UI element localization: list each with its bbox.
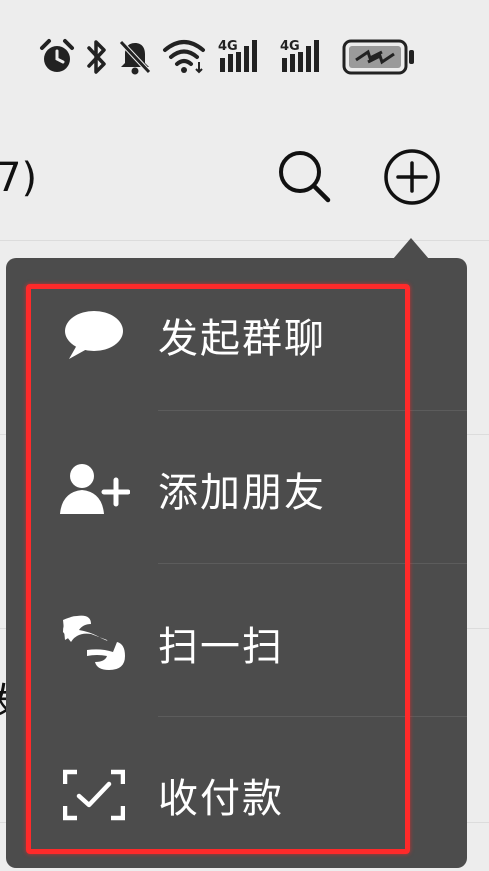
alarm-icon (40, 39, 74, 72)
page-title: 7) (0, 155, 38, 201)
svg-text:4G: 4G (280, 39, 300, 54)
search-icon[interactable] (276, 148, 332, 204)
bluetooth-icon (87, 40, 106, 74)
status-bar: 4G 4G (0, 0, 489, 110)
svg-text:4G: 4G (218, 39, 238, 54)
screen: 4G 4G 7) 发起群聊 添加朋友 扫一扫 收付款 (0, 0, 489, 871)
signal-4g-icon: 4G (218, 39, 257, 72)
highlight-box (26, 284, 410, 854)
battery-charging-icon (342, 39, 414, 75)
add-button[interactable] (383, 148, 441, 206)
mute-notification-icon (119, 40, 151, 75)
wifi-icon (163, 40, 205, 74)
signal-4g-icon-2: 4G (280, 39, 319, 72)
popup-arrow (393, 238, 429, 259)
